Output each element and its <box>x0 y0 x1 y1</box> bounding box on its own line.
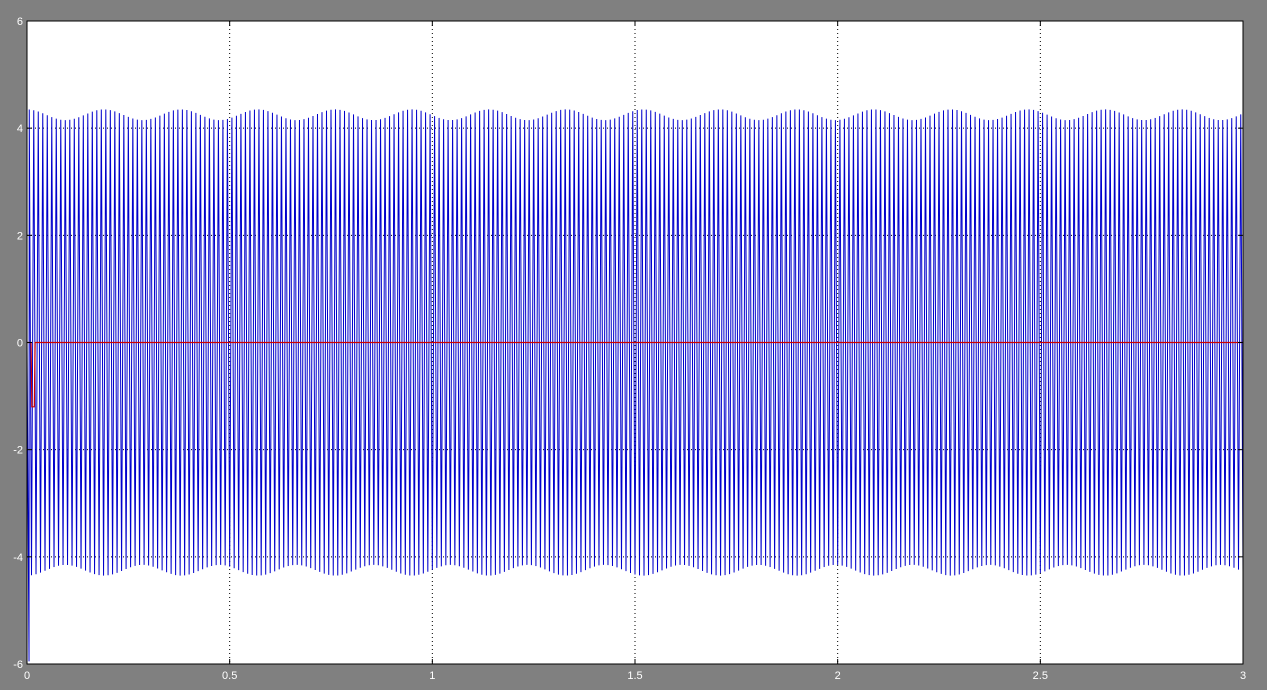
x-tick-label: 1 <box>429 670 435 682</box>
y-tick-label: -2 <box>13 445 23 457</box>
y-tick-label: -6 <box>13 659 23 671</box>
y-tick-label: 0 <box>17 338 23 350</box>
x-tick-label: 2.5 <box>1033 670 1048 682</box>
y-tick-label: 6 <box>17 16 23 28</box>
scope-plot: 0 0.5 1 1.5 2 2.5 3 6 4 2 0 -2 -4 -6 <box>13 16 1246 682</box>
x-tick-label: 3 <box>1240 670 1246 682</box>
x-tick-label: 2 <box>835 670 841 682</box>
x-tick-label: 1.5 <box>627 670 642 682</box>
x-tick-label: 0 <box>24 670 30 682</box>
y-tick-label: 4 <box>17 123 23 135</box>
y-tick-label: -4 <box>13 552 23 564</box>
y-tick-label: 2 <box>17 230 23 242</box>
x-tick-label: 0.5 <box>222 670 237 682</box>
